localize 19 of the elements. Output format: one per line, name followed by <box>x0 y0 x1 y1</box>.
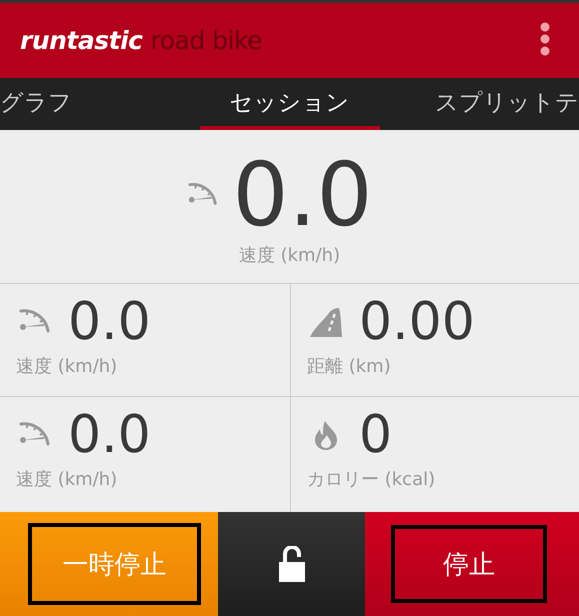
metric-label: 速度 (km/h) <box>16 355 118 378</box>
metric-value: 0 <box>359 404 392 467</box>
tab[interactable]: スプリットテ <box>423 78 579 130</box>
logo-text: runtastic <box>20 26 142 55</box>
tab[interactable]: セッション <box>200 78 380 130</box>
road-icon <box>309 307 343 337</box>
metric-label: 速度 (km/h) <box>16 468 118 491</box>
open-padlock-icon[interactable] <box>276 546 306 582</box>
metric-label: カロリー (kcal) <box>307 468 436 491</box>
metric-label: 距離 (km) <box>307 355 392 378</box>
stop-button[interactable]: 停止 <box>391 525 547 603</box>
metric-value: 0.0 <box>68 291 151 354</box>
metric-value: 0.0 <box>68 404 151 467</box>
menu-icon[interactable] <box>539 22 551 56</box>
metric-value: 0.0 <box>232 146 372 242</box>
metric-label: 速度 (km/h) <box>238 244 340 266</box>
logo-subtitle: road bike <box>150 26 262 55</box>
metric-value: 0.00 <box>359 291 475 354</box>
tab[interactable]: グラフ <box>0 78 84 130</box>
